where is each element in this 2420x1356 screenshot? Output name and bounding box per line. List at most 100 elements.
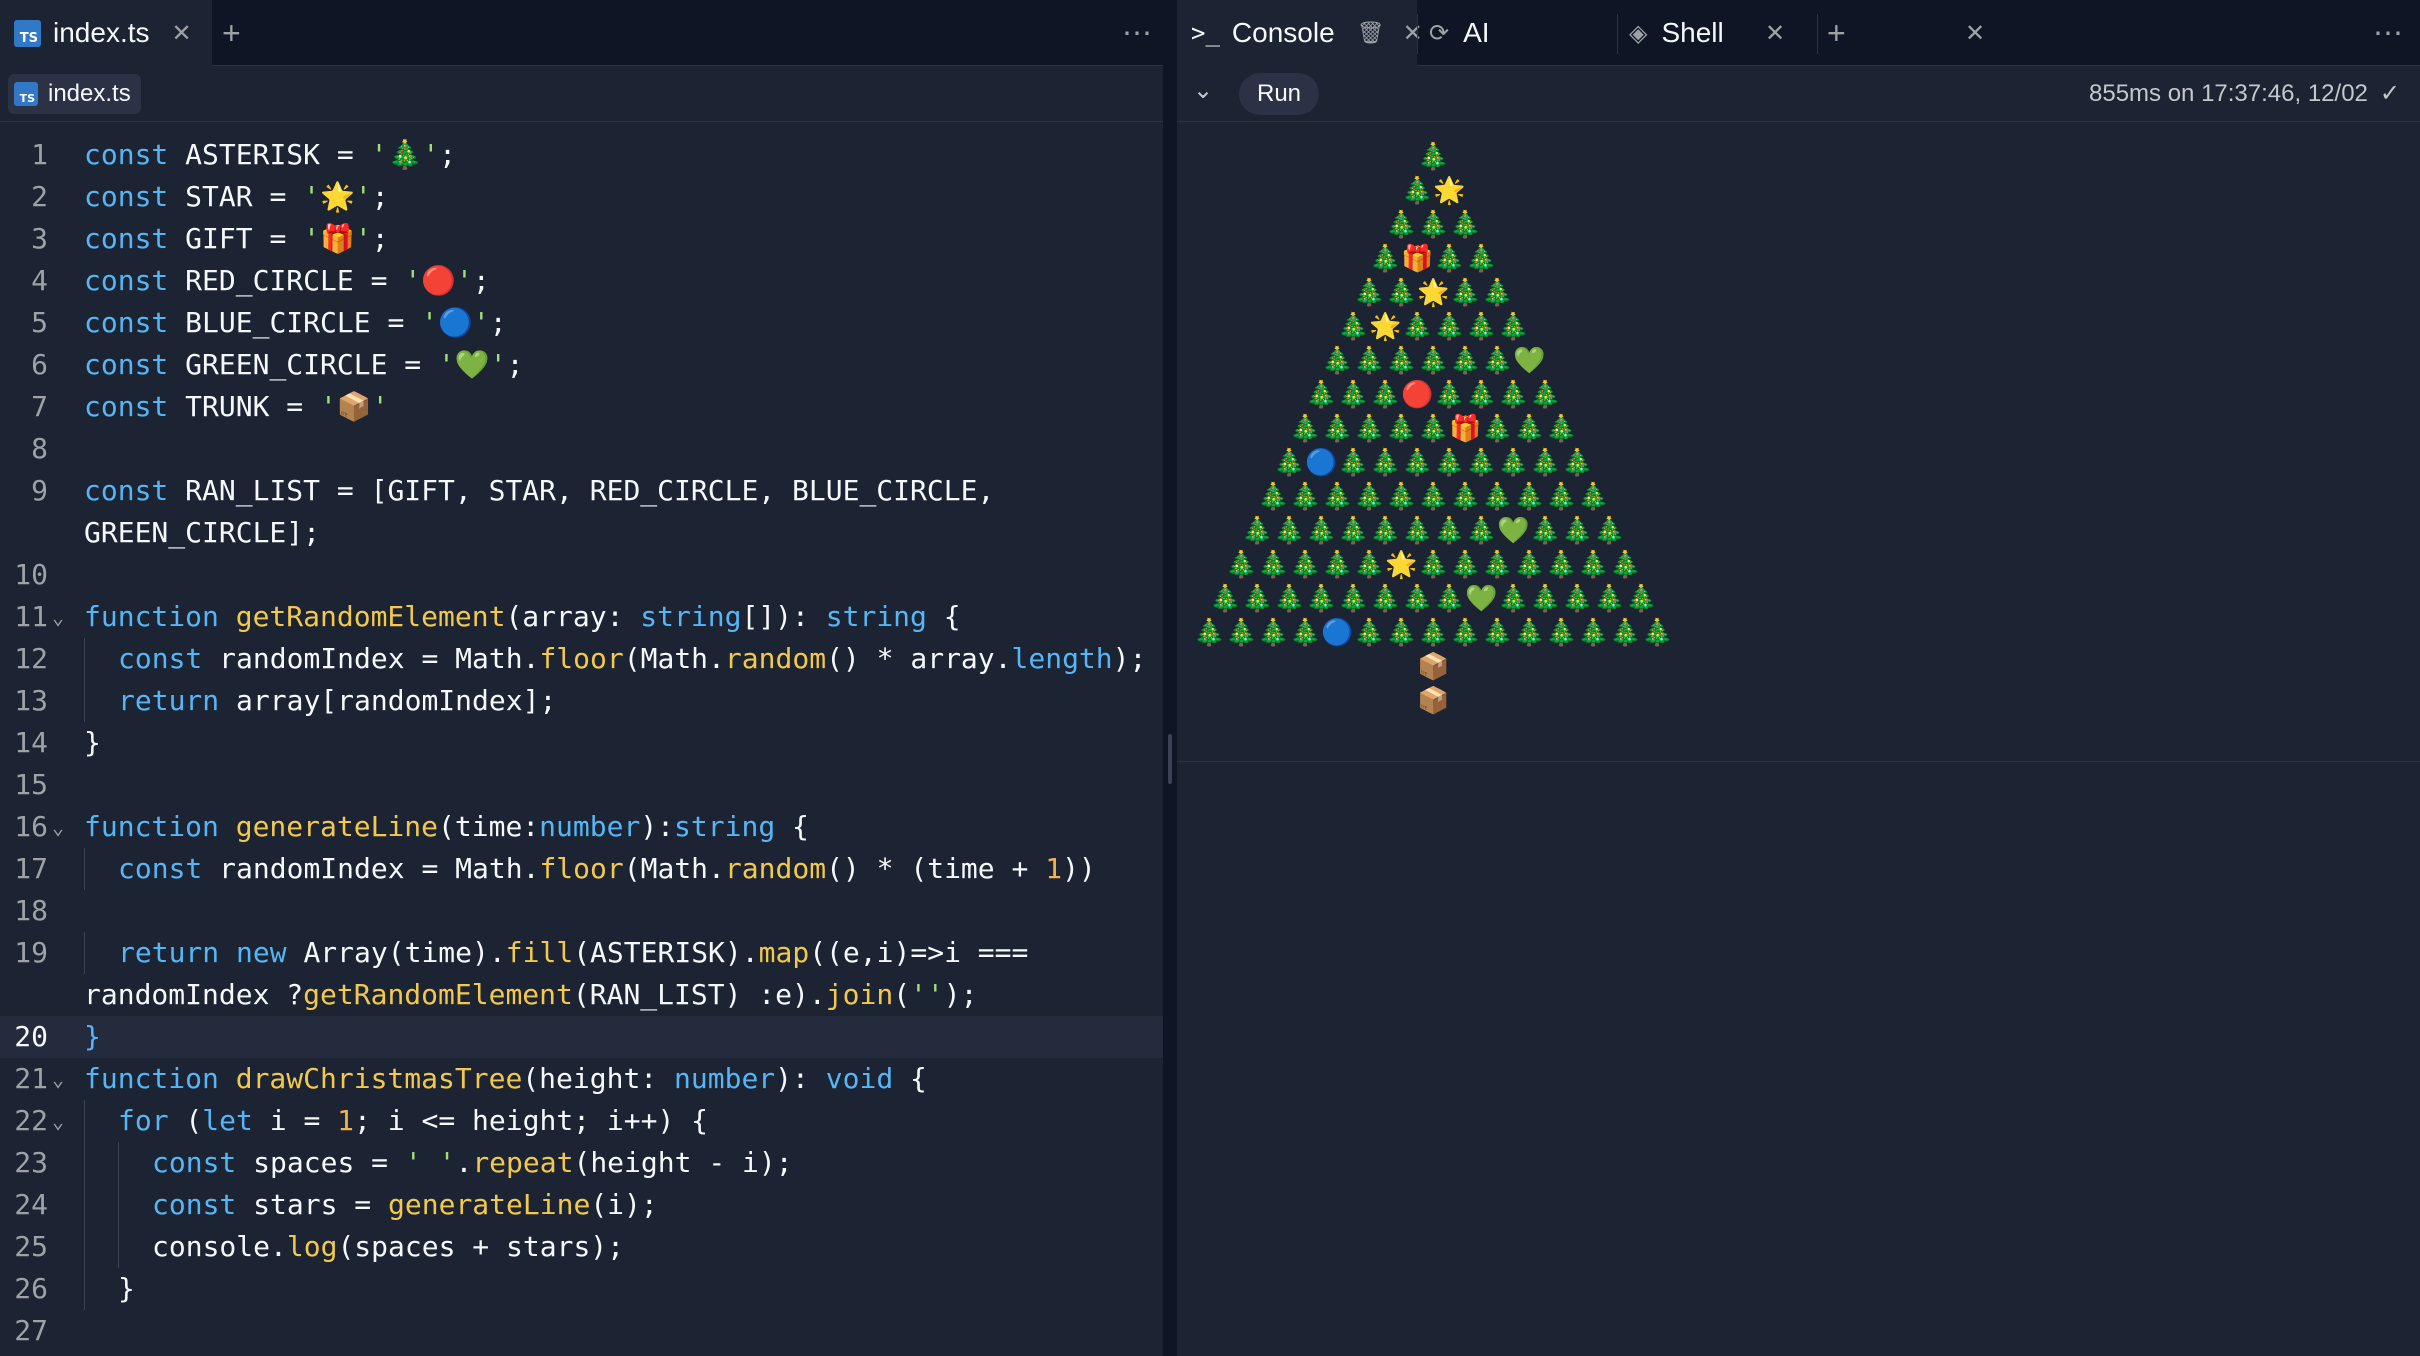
code-line[interactable]: 19 return new Array(time).fill(ASTERISK).…: [0, 932, 1163, 974]
code-line[interactable]: 5 const BLUE_CIRCLE = '🔵';: [0, 302, 1163, 344]
code-line[interactable]: 2 const STAR = '🌟';: [0, 176, 1163, 218]
tree-t-glyph: 🎄: [1353, 346, 1386, 376]
code-token: i =: [252, 1104, 338, 1137]
close-icon[interactable]: ✕: [172, 19, 192, 48]
tree-t-glyph: 🎄: [1417, 618, 1450, 648]
tab-shell[interactable]: ◈ Shell ✕: [1629, 0, 1985, 66]
line-number: 26: [14, 1272, 48, 1305]
code-line[interactable]: 25 console.log(spaces + stars);: [0, 1226, 1163, 1268]
resize-grip[interactable]: [1168, 734, 1172, 784]
tree-t-glyph: 🎄: [1449, 346, 1482, 376]
console-log-line: 🎄: [1417, 140, 1449, 174]
run-status-text: 855ms on 17:37:46, 12/02: [2089, 80, 2368, 107]
code-line[interactable]: randomIndex ?getRandomElement(RAN_LIST) …: [0, 974, 1163, 1016]
new-tab-button[interactable]: +: [222, 0, 241, 66]
pane-resizer[interactable]: [1163, 0, 1177, 1356]
code-line[interactable]: 13 return array[randomIndex];: [0, 680, 1163, 722]
more-icon[interactable]: ⋯: [2373, 16, 2404, 51]
code-line[interactable]: 17 const randomIndex = Math.floor(Math.ra…: [0, 848, 1163, 890]
tree-t-glyph: 🎄: [1193, 618, 1226, 648]
plus-icon[interactable]: +: [1827, 17, 1846, 49]
chevron-down-icon[interactable]: ⌄: [1193, 76, 1213, 104]
tree-t-glyph: 🎄: [1497, 380, 1530, 410]
tree-t-glyph: 🎄: [1465, 448, 1498, 478]
code-text: const GIFT = '🎁';: [84, 218, 389, 260]
code-token: fill: [505, 936, 574, 969]
code-token: const: [118, 642, 203, 675]
code-line[interactable]: 23 const spaces = ' '.repeat(height - i);: [0, 1142, 1163, 1184]
code-line[interactable]: 16 ⌄ function generateLine(time:number):st…: [0, 806, 1163, 848]
shell-icon: ◈: [1629, 19, 1648, 47]
line-number: 14: [14, 726, 48, 759]
tree-t-glyph: 🎄: [1337, 380, 1370, 410]
code-token: (RAN_LIST) :e).: [572, 978, 826, 1011]
code-token: (time:: [438, 810, 540, 843]
fold-chevron-icon[interactable]: ⌄: [52, 1100, 64, 1142]
code-line[interactable]: 12 const randomIndex = Math.floor(Math.ra…: [0, 638, 1163, 680]
tree-t-glyph: 🎄: [1545, 482, 1578, 512]
code-line[interactable]: 1 const ASTERISK = '🎄';: [0, 134, 1163, 176]
code-line[interactable]: 22 ⌄ for (let i = 1; i <= height; i++) {: [0, 1100, 1163, 1142]
code-line[interactable]: 14}: [0, 722, 1163, 764]
fold-chevron-icon[interactable]: ⌄: [52, 806, 64, 848]
code-text: const randomIndex = Math.floor(Math.rand…: [118, 848, 1096, 890]
code-line[interactable]: 21 ⌄ function drawChristmasTree(height: nu…: [0, 1058, 1163, 1100]
code-token: string: [825, 600, 927, 633]
code-token: {: [893, 1062, 927, 1095]
fold-chevron-icon[interactable]: ⌄: [52, 1058, 64, 1100]
code-line[interactable]: 10: [0, 554, 1163, 596]
code-line[interactable]: 8: [0, 428, 1163, 470]
more-icon[interactable]: ⋯: [1122, 16, 1153, 51]
tab-console[interactable]: >_ Console 🗑 ✕: [1177, 0, 1423, 66]
ide-window: TS index.ts ✕ + ⋯ TS index.ts 1 const AST…: [0, 0, 2420, 1356]
code-line[interactable]: 3 const GIFT = '🎁';: [0, 218, 1163, 260]
console-toolbar: ⌄ Run 855ms on 17:37:46, 12/02 ✓: [1177, 66, 2420, 122]
code-line[interactable]: 6 const GREEN_CIRCLE = '💚';: [0, 344, 1163, 386]
console-log-line: 🎄🎄🎄: [1385, 208, 1481, 242]
code-token: stars =: [236, 1188, 389, 1221]
tree-t-glyph: 🎄: [1449, 278, 1482, 308]
code-text: }: [84, 722, 101, 764]
code-token: map: [758, 936, 810, 969]
indent-guide: [84, 1268, 85, 1310]
code-line[interactable]: 9 const RAN_LIST = [GIFT, STAR, RED_CIRCL…: [0, 470, 1163, 512]
code-line[interactable]: 7 const TRUNK = '📦': [0, 386, 1163, 428]
fold-chevron-icon[interactable]: ⌄: [52, 596, 64, 638]
console-more-button[interactable]: ⋯: [2373, 0, 2404, 66]
tab-index-ts[interactable]: TS index.ts ✕: [0, 0, 212, 66]
code-line[interactable]: 20}: [0, 1016, 1163, 1058]
code-text: console.log(spaces + stars);: [152, 1226, 624, 1268]
tab-ai[interactable]: ⟳ AI ✕: [1429, 0, 1785, 66]
close-icon[interactable]: ✕: [1965, 19, 1985, 48]
indent-guide: [84, 848, 85, 890]
code-editor[interactable]: 1 const ASTERISK = '🎄'; 2 const STAR = '🌟';…: [0, 130, 1163, 1356]
tree-t-glyph: 🎄: [1369, 244, 1402, 274]
code-line[interactable]: 18: [0, 890, 1163, 932]
code-text: const GREEN_CIRCLE = '💚';: [84, 344, 523, 386]
code-line[interactable]: 15: [0, 764, 1163, 806]
tab-separator: [1417, 14, 1418, 54]
code-line[interactable]: 4 const RED_CIRCLE = '🔴';: [0, 260, 1163, 302]
plus-icon[interactable]: +: [222, 17, 241, 49]
tree-t-glyph: 🎄: [1529, 448, 1562, 478]
editor-more-button[interactable]: ⋯: [1122, 0, 1153, 66]
code-line[interactable]: 24 const stars = generateLine(i);: [0, 1184, 1163, 1226]
code-token: log: [286, 1230, 338, 1263]
console-log-line: 📦: [1417, 684, 1449, 718]
code-line[interactable]: 11 ⌄ function getRandomElement(array: stri…: [0, 596, 1163, 638]
code-token: '🎄': [370, 138, 440, 171]
tree-t-glyph: 🎄: [1289, 550, 1322, 580]
tree-t-glyph: 🎄: [1417, 550, 1450, 580]
code-token: ; i <= height; i++) {: [354, 1104, 709, 1137]
code-line[interactable]: 26}: [0, 1268, 1163, 1310]
code-line[interactable]: GREEN_CIRCLE];: [0, 512, 1163, 554]
new-tab-button[interactable]: +: [1827, 0, 1846, 66]
breadcrumb-file[interactable]: TS index.ts: [8, 74, 141, 114]
trash-icon[interactable]: 🗑: [1357, 20, 1385, 46]
run-button[interactable]: Run: [1239, 73, 1319, 115]
tree-t-glyph: 🎄: [1497, 312, 1530, 342]
code-line[interactable]: 27: [0, 1310, 1163, 1352]
close-icon[interactable]: ✕: [1403, 19, 1423, 48]
tab-label: Shell: [1661, 17, 1724, 48]
tree-t-glyph: 🎄: [1273, 516, 1306, 546]
